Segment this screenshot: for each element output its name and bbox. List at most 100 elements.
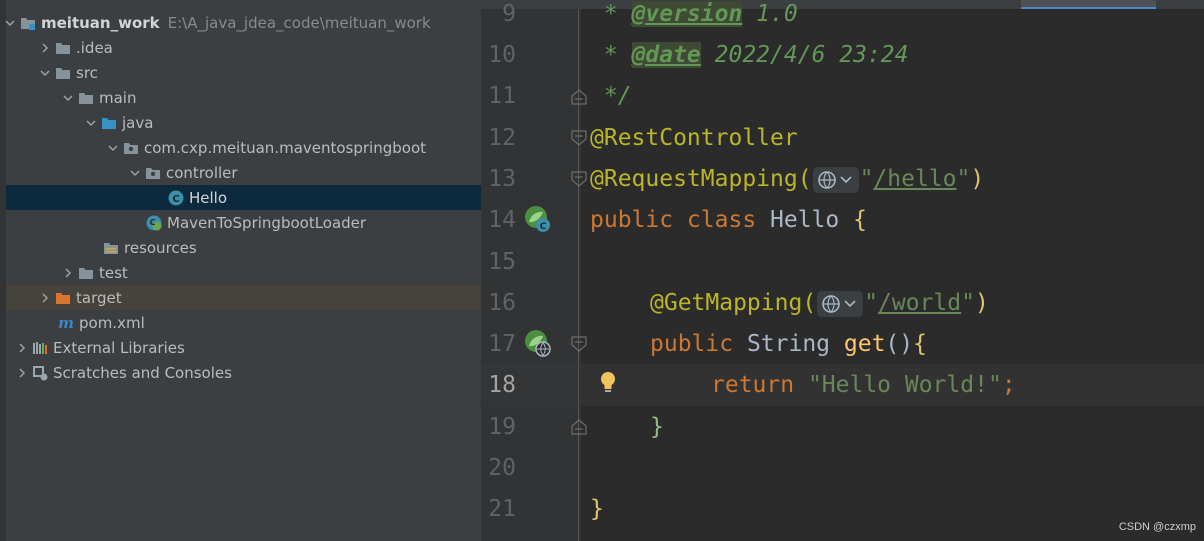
keyword: public class <box>590 207 771 233</box>
line-number: 19 <box>488 414 516 440</box>
string-quote: " <box>961 290 975 316</box>
brace: } <box>650 414 664 440</box>
tree-item-pom[interactable]: m pom.xml <box>6 310 481 335</box>
code-line-14: public class Hello { <box>590 199 867 241</box>
lightbulb-icon[interactable] <box>598 370 618 396</box>
chevron-down-icon[interactable] <box>35 60 55 85</box>
tree-item-external-libraries[interactable]: External Libraries <box>6 335 481 360</box>
code-line-19: } <box>650 406 664 448</box>
type-name: String <box>746 331 844 357</box>
fold-end-icon[interactable] <box>570 88 588 106</box>
annotation-get-mapping: @GetMapping( <box>650 290 817 316</box>
line-number: 11 <box>488 83 516 109</box>
line-number-current: 18 <box>488 372 516 398</box>
fold-start-icon[interactable] <box>570 129 588 147</box>
chevron-right-icon[interactable] <box>35 35 55 60</box>
brace: { <box>913 331 927 357</box>
url-path-hello[interactable]: /hello <box>873 166 956 192</box>
resources-folder-icon <box>103 240 119 256</box>
tree-item-label: test <box>99 263 128 282</box>
web-endpoint-inlay[interactable] <box>812 166 859 193</box>
code-line-11: */ <box>590 75 632 117</box>
tree-item-package[interactable]: com.cxp.meituan.maventospringboot <box>6 135 481 160</box>
code-line-17: public String get(){ <box>650 323 927 365</box>
chevron-right-icon[interactable] <box>58 260 78 285</box>
line-number: 14 <box>488 207 516 233</box>
chevron-down-icon[interactable] <box>0 10 20 35</box>
semicolon: ; <box>1001 372 1016 398</box>
string-quote: " <box>859 166 874 192</box>
web-endpoint-inlay[interactable] <box>817 290 864 317</box>
fold-start-icon[interactable] <box>570 170 588 188</box>
annotation-request-mapping: @RequestMapping( <box>590 166 812 192</box>
chevron-down-icon[interactable] <box>103 135 123 160</box>
tree-item-label: main <box>99 88 137 107</box>
tree-item-resources[interactable]: resources <box>6 235 481 260</box>
tree-item-hello-class[interactable]: C Hello <box>6 185 481 210</box>
paren: () <box>885 331 914 357</box>
tree-item-label: target <box>76 288 122 307</box>
tree-item-loader-class[interactable]: C MavenToSpringbootLoader <box>6 210 481 235</box>
url-path-world[interactable]: /world <box>878 290 961 316</box>
chevron-right-icon[interactable] <box>35 285 55 310</box>
project-tool-window: meituan_work E:\A_java_jdea_code\meituan… <box>0 0 481 541</box>
code-line-16: @GetMapping( "/world") <box>650 282 989 324</box>
ide-window: meituan_work E:\A_java_jdea_code\meituan… <box>0 0 1204 541</box>
watermark: CSDN @czxmp <box>1118 521 1196 533</box>
request-mapping-icon[interactable] <box>522 328 552 358</box>
excluded-folder-icon <box>55 290 71 306</box>
tree-item-label: java <box>122 113 154 132</box>
brace: } <box>590 496 604 522</box>
paren: ) <box>974 290 989 316</box>
tree-item-scratches[interactable]: Scratches and Consoles <box>6 360 481 385</box>
line-number: 9 <box>502 1 516 27</box>
string-quote: " <box>956 166 971 192</box>
tree-item-target[interactable]: target <box>6 285 481 310</box>
svg-text:C: C <box>172 194 179 205</box>
tree-item-label: meituan_work <box>41 13 160 32</box>
library-icon <box>32 340 48 356</box>
fold-start-icon[interactable] <box>570 335 588 353</box>
chevron-down-icon[interactable] <box>125 160 145 185</box>
chevron-down-icon[interactable] <box>81 110 101 135</box>
tree-item-label: src <box>76 63 98 82</box>
chevron-right-icon[interactable] <box>12 335 32 360</box>
tree-item-main[interactable]: main <box>6 85 481 110</box>
code-line-21: } <box>590 488 604 530</box>
spring-bean-run-icon[interactable]: C <box>522 204 552 234</box>
folder-icon <box>55 40 71 56</box>
active-tab[interactable] <box>1021 0 1156 9</box>
doc-comment: */ <box>590 83 632 109</box>
globe-icon <box>817 170 852 189</box>
tree-item-label: .idea <box>76 38 113 57</box>
tree-item-idea[interactable]: .idea <box>6 35 481 60</box>
maven-icon: m <box>58 315 74 331</box>
line-number: 12 <box>488 125 516 151</box>
string-quote: " <box>864 290 879 316</box>
tree-item-java[interactable]: java <box>6 110 481 135</box>
class-name: Hello <box>770 207 854 233</box>
tree-item-test[interactable]: test <box>6 260 481 285</box>
chevron-down-icon[interactable] <box>58 85 78 110</box>
package-icon <box>145 165 161 181</box>
doc-tag-version: @version <box>631 1 743 27</box>
code-line-12: @RestController <box>590 117 798 159</box>
tree-item-src[interactable]: src <box>6 60 481 85</box>
tree-item-controller[interactable]: controller <box>6 160 481 185</box>
keyword: public <box>650 331 747 357</box>
svg-text:C: C <box>540 222 547 232</box>
tree-item-root-module[interactable]: meituan_work E:\A_java_jdea_code\meituan… <box>5 10 481 35</box>
tree-item-label: com.cxp.meituan.maventospringboot <box>144 138 427 157</box>
module-path: E:\A_java_jdea_code\meituan_work <box>167 13 431 32</box>
package-icon <box>123 140 139 156</box>
fold-end-icon[interactable] <box>570 418 588 436</box>
module-folder-icon <box>20 15 36 31</box>
string-literal: "Hello World!" <box>807 372 1002 398</box>
folder-icon <box>78 265 94 281</box>
code-editor[interactable]: 9 10 11 12 13 14 15 16 17 18 19 20 21 C <box>481 0 1204 541</box>
keyword: return <box>711 372 808 398</box>
doc-comment: 1.0 <box>742 1 798 27</box>
chevron-right-icon[interactable] <box>12 360 32 385</box>
tree-item-label: pom.xml <box>79 313 145 332</box>
line-number: 16 <box>488 290 516 316</box>
